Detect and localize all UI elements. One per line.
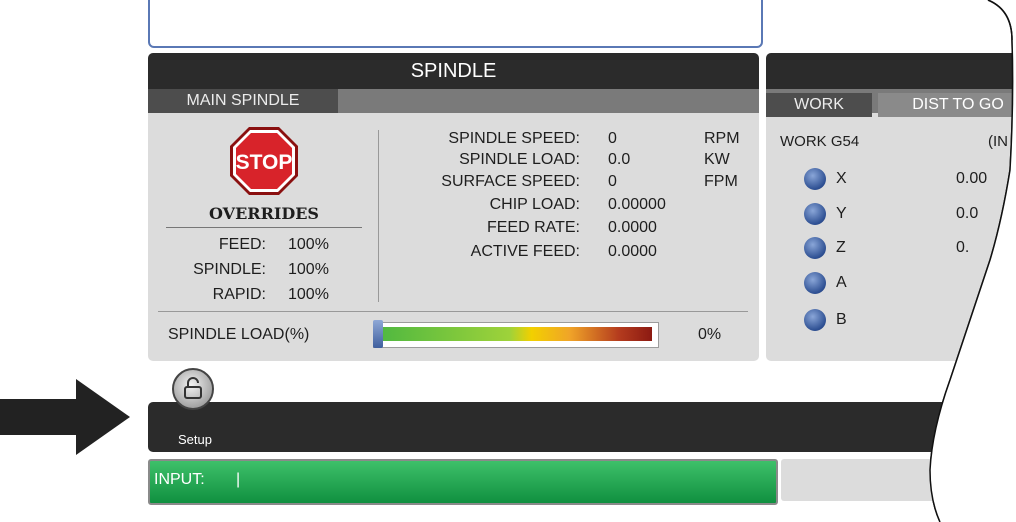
stat-value: 0 [608,130,617,147]
axis-label: X [836,170,847,187]
stop-label: STOP [236,151,293,174]
stat-value: 0.0000 [608,243,657,260]
stat-label: SPINDLE LOAD: [459,151,580,168]
override-feed-value: 100% [288,236,329,253]
load-divider [158,311,748,312]
padlock-glyph [184,377,202,399]
stat-value: 0.0000 [608,219,657,236]
overrides-title: OVERRIDES [209,204,319,223]
spindle-load-bar [373,322,659,348]
input-field[interactable]: INPUT: | [148,459,778,505]
setup-button-label[interactable]: Setup [178,432,212,447]
spindle-panel-title: SPINDLE [148,53,759,89]
tab-main-spindle[interactable]: MAIN SPINDLE [148,89,338,113]
stat-unit: KW [704,151,730,168]
home-icon[interactable] [804,309,826,331]
home-icon[interactable] [804,272,826,294]
tab-work[interactable]: WORK [766,93,872,117]
override-rapid-value: 100% [288,286,329,303]
spindle-panel: SPINDLE MAIN SPINDLE STOP OVERRIDES FEED… [148,53,759,361]
torn-edge-overlay [929,0,1016,522]
input-cursor: | [236,471,241,488]
override-rapid-label: RAPID: [212,286,266,303]
stat-value: 0 [608,173,617,190]
spindle-load-indicator [373,320,383,348]
spindle-load-value: 0% [698,326,722,343]
stat-label: SURFACE SPEED: [441,173,580,190]
vertical-divider [378,130,379,302]
arrow-pointer-icon [0,379,130,455]
override-spindle-value: 100% [288,261,329,278]
axis-label: A [836,274,847,291]
stat-label: ACTIVE FEED: [470,243,580,260]
override-spindle-label: SPINDLE: [193,261,266,278]
home-icon[interactable] [804,168,826,190]
axis-label: Z [836,239,846,256]
home-icon[interactable] [804,203,826,225]
unlock-icon[interactable] [172,368,214,410]
home-icon[interactable] [804,237,826,259]
axis-label: Y [836,205,847,222]
stat-value: 0.00000 [608,196,666,213]
stat-label: FEED RATE: [486,219,580,236]
input-label: INPUT: [154,471,205,488]
stat-unit: FPM [704,173,738,190]
stop-sign-icon[interactable]: STOP [228,125,300,197]
stat-label: SPINDLE SPEED: [448,130,580,147]
top-display-frame [148,0,763,48]
spindle-load-label: SPINDLE LOAD(%) [168,326,310,343]
stat-value: 0.0 [608,151,631,168]
stat-label: CHIP LOAD: [489,196,580,213]
bottom-toolbar [148,402,1016,452]
spindle-load-gradient [378,327,652,341]
axis-label: B [836,311,847,328]
work-offset-label: WORK G54 [780,133,860,150]
override-feed-label: FEED: [218,236,266,253]
stat-unit: RPM [704,130,740,147]
overrides-divider [166,227,362,228]
